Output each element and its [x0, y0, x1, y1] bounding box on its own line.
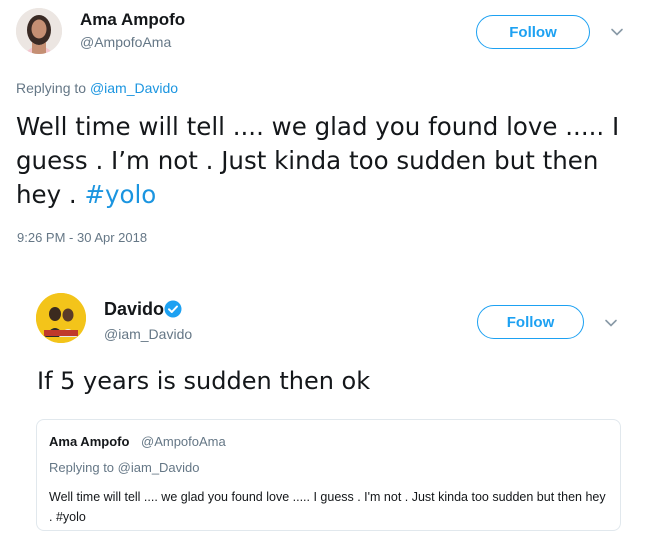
replying-to-label: Replying to — [16, 80, 87, 96]
tweet-text: If 5 years is sudden then ok — [37, 367, 371, 395]
quoted-replying-to: Replying to @iam_Davido — [49, 460, 200, 475]
verified-badge-icon — [164, 300, 182, 318]
quoted-tweet[interactable]: Ama Ampofo @AmpofoAma Replying to @iam_D… — [36, 419, 621, 531]
user-handle[interactable]: @AmpofoAma — [80, 34, 171, 50]
replying-to-link[interactable]: @iam_Davido — [90, 80, 178, 96]
quoted-replying-to-label: Replying to — [49, 460, 115, 475]
quoted-display-name: Ama Ampofo — [49, 434, 130, 449]
display-name[interactable]: Davido — [104, 299, 164, 320]
avatar[interactable] — [36, 293, 86, 343]
user-handle[interactable]: @iam_Davido — [104, 326, 192, 342]
hashtag-link[interactable]: #yolo — [84, 180, 156, 209]
chevron-down-icon[interactable] — [609, 24, 625, 40]
quoted-tweet-text: Well time will tell .... we glad you fou… — [49, 490, 606, 524]
quoted-replying-to-user: @iam_Davido — [117, 460, 200, 475]
tweet-davido: Davido @iam_Davido Follow If 5 years is … — [0, 285, 651, 549]
replying-to: Replying to @iam_Davido — [16, 80, 178, 96]
tweet-timestamp[interactable]: 9:26 PM - 30 Apr 2018 — [17, 230, 147, 245]
display-name[interactable]: Ama Ampofo — [80, 10, 185, 30]
chevron-down-icon[interactable] — [603, 315, 619, 331]
avatar[interactable] — [16, 8, 62, 54]
tweet-ama-ampofo: Ama Ampofo @AmpofoAma Follow Replying to… — [0, 0, 651, 275]
quoted-user-handle: @AmpofoAma — [141, 434, 226, 449]
tweet-text: Well time will tell .... we glad you fou… — [16, 110, 626, 212]
follow-button[interactable]: Follow — [477, 305, 584, 339]
avatar-ama-image — [16, 8, 62, 54]
follow-button[interactable]: Follow — [476, 15, 590, 49]
avatar-davido-image — [36, 293, 86, 343]
